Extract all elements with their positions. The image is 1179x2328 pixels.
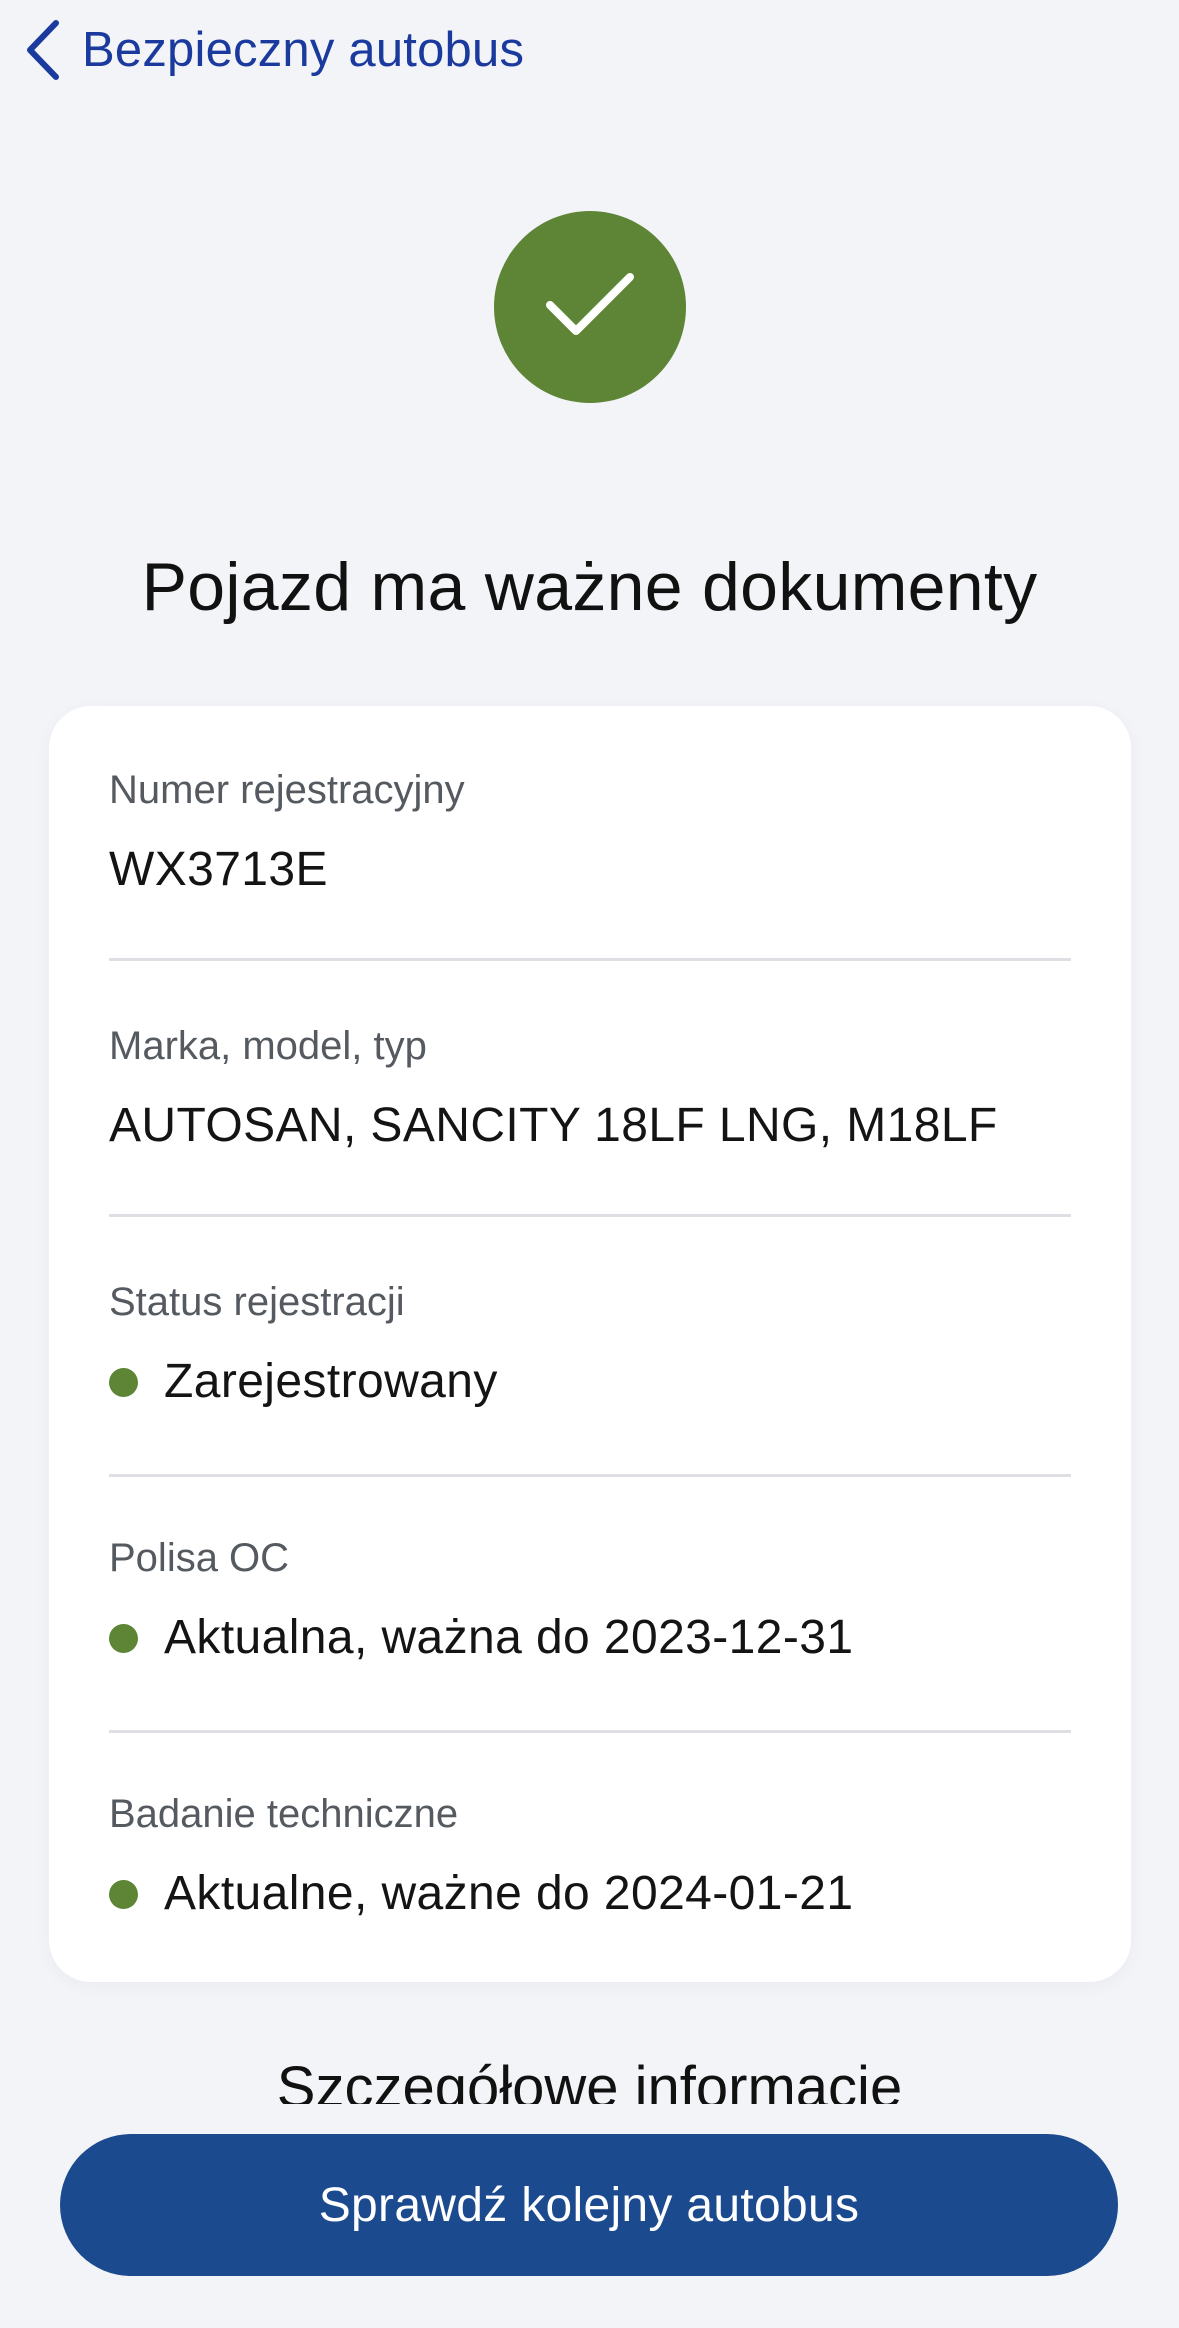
back-button-label: Bezpieczny autobus <box>82 23 525 77</box>
status-indicator-dot <box>109 1880 138 1909</box>
chevron-left-icon <box>22 19 62 81</box>
divider <box>109 958 1071 961</box>
make-model-label: Marka, model, typ <box>109 1024 427 1068</box>
registration-status-label: Status rejestracji <box>109 1280 405 1324</box>
check-next-bus-button[interactable]: Sprawdź kolejny autobus <box>60 2134 1118 2276</box>
inspection-value: Aktualne, ważne do 2024-01-21 <box>164 1867 854 1920</box>
status-indicator-dot <box>109 1368 138 1397</box>
registration-number-value: WX3713E <box>109 843 328 896</box>
divider <box>109 1214 1071 1217</box>
checkmark-icon <box>544 271 636 344</box>
vehicle-details-card: Numer rejestracyjny WX3713E Marka, model… <box>49 706 1131 1982</box>
insurance-label: Polisa OC <box>109 1536 290 1580</box>
status-indicator-dot <box>109 1624 138 1653</box>
insurance-value: Aktualna, ważna do 2023-12-31 <box>164 1611 854 1664</box>
success-status-circle <box>494 211 686 403</box>
inspection-label: Badanie techniczne <box>109 1792 459 1836</box>
back-button[interactable]: Bezpieczny autobus <box>22 14 524 86</box>
detailed-info-link[interactable]: Szczegółowe informacje <box>0 2052 1179 2104</box>
page-title: Pojazd ma ważne dokumenty <box>141 549 1038 625</box>
divider <box>109 1730 1071 1733</box>
divider <box>109 1474 1071 1477</box>
registration-status-value: Zarejestrowany <box>164 1355 498 1408</box>
make-model-value: AUTOSAN, SANCITY 18LF LNG, M18LF <box>109 1099 998 1152</box>
registration-number-label: Numer rejestracyjny <box>109 768 465 812</box>
